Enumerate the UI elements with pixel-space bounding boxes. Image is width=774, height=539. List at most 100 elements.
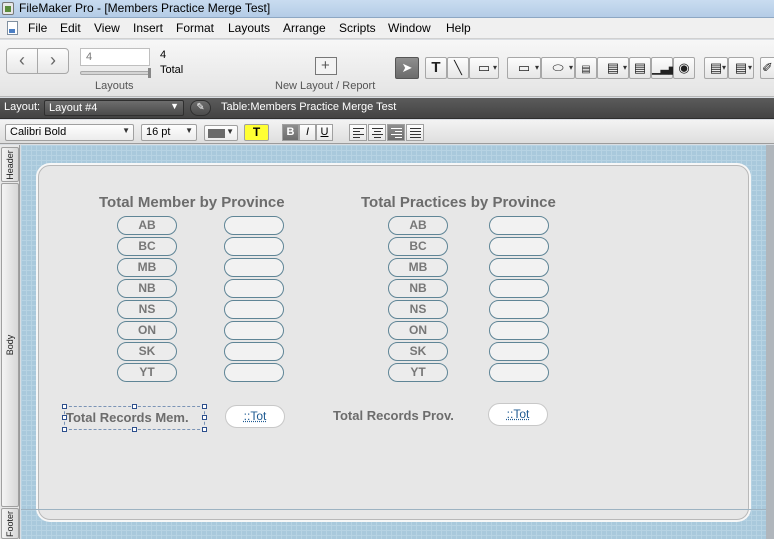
menu-file[interactable]: File: [28, 21, 47, 35]
portal-tool[interactable]: ▤: [629, 57, 651, 79]
members-count-field[interactable]: [224, 258, 284, 277]
members-count-field[interactable]: [224, 321, 284, 340]
members-count-field[interactable]: [224, 363, 284, 382]
resize-handle[interactable]: [132, 427, 137, 432]
menu-insert[interactable]: Insert: [133, 21, 163, 35]
resize-handle[interactable]: [62, 404, 67, 409]
button-bar-tool[interactable]: ▤: [575, 57, 597, 79]
total-members-field[interactable]: ::Tot: [225, 405, 285, 428]
menu-arrange[interactable]: Arrange: [283, 21, 326, 35]
resize-handle[interactable]: [202, 427, 207, 432]
italic-button[interactable]: I: [299, 124, 316, 141]
total-practices-label[interactable]: Total Records Prov.: [333, 408, 454, 423]
members-province-label[interactable]: NB: [117, 279, 177, 298]
text-color-picker[interactable]: ▼: [204, 125, 238, 141]
practices-count-field[interactable]: [489, 363, 549, 382]
practices-province-label[interactable]: NS: [388, 300, 448, 319]
practices-province-label[interactable]: BC: [388, 237, 448, 256]
chevron-left-icon: ‹: [19, 50, 25, 70]
practices-count-field[interactable]: [489, 321, 549, 340]
layout-number-input[interactable]: [80, 48, 150, 66]
members-count-field[interactable]: [224, 342, 284, 361]
edit-layout-button[interactable]: ✎: [190, 100, 211, 116]
practices-count-field[interactable]: [489, 342, 549, 361]
practices-province-label[interactable]: NB: [388, 279, 448, 298]
align-justify-button[interactable]: [406, 124, 424, 141]
layout-slider[interactable]: [80, 68, 151, 78]
members-section-title[interactable]: Total Member by Province: [99, 194, 285, 211]
part-tab-header[interactable]: Header: [1, 147, 19, 182]
highlight-button[interactable]: T: [244, 124, 269, 141]
next-layout-button[interactable]: ›: [37, 48, 69, 74]
text-tool-button[interactable]: T: [425, 57, 447, 79]
align-center-button[interactable]: [368, 124, 386, 141]
practices-province-label[interactable]: SK: [388, 342, 448, 361]
underline-button[interactable]: U: [316, 124, 333, 141]
slider-knob[interactable]: [148, 68, 151, 78]
button-bar-icon: ▤: [581, 64, 591, 75]
practices-count-field[interactable]: [489, 258, 549, 277]
members-count-field[interactable]: [224, 237, 284, 256]
menu-edit[interactable]: Edit: [60, 21, 81, 35]
pointer-tool-button[interactable]: ➤: [395, 57, 419, 79]
resize-handle[interactable]: [202, 415, 207, 420]
practices-province-label[interactable]: AB: [388, 216, 448, 235]
previous-layout-button[interactable]: ‹: [6, 48, 38, 74]
shape-tool-button[interactable]: ▭ ▾: [469, 57, 499, 79]
menu-window[interactable]: Window: [388, 21, 431, 35]
resize-handle[interactable]: [62, 427, 67, 432]
menu-layouts[interactable]: Layouts: [228, 21, 270, 35]
members-count-field[interactable]: [224, 300, 284, 319]
chart-tool[interactable]: ▁▃▅: [651, 57, 677, 79]
align-left-button[interactable]: [349, 124, 367, 141]
field-tool-button[interactable]: ▭ ▾: [507, 57, 541, 79]
practices-count-field[interactable]: [489, 300, 549, 319]
layout-canvas[interactable]: Total Member by Province Total Practices…: [21, 145, 774, 539]
total-practices-field[interactable]: ::Tot: [488, 403, 548, 426]
members-province-label[interactable]: NS: [117, 300, 177, 319]
font-size-select[interactable]: 16 pt ▼: [141, 124, 197, 141]
practices-section-title[interactable]: Total Practices by Province: [361, 194, 556, 211]
menu-format[interactable]: Format: [176, 21, 214, 35]
members-count-field[interactable]: [224, 279, 284, 298]
bold-button[interactable]: B: [282, 124, 299, 141]
text-color-swatch: [208, 129, 225, 138]
field-picker-button[interactable]: ▤ ▾: [704, 57, 728, 79]
layout-select[interactable]: Layout #4 ▼: [44, 100, 184, 116]
align-right-button[interactable]: [387, 124, 405, 141]
members-province-label[interactable]: AB: [117, 216, 177, 235]
document-icon[interactable]: [7, 21, 18, 35]
web-viewer-tool[interactable]: ◉: [673, 57, 695, 79]
menu-scripts[interactable]: Scripts: [339, 21, 376, 35]
button-tool-button[interactable]: ⬭ ▾: [541, 57, 575, 79]
practices-province-label[interactable]: ON: [388, 321, 448, 340]
menu-view[interactable]: View: [94, 21, 120, 35]
tab-control-tool[interactable]: ▤ ▾: [597, 57, 629, 79]
font-select[interactable]: Calibri Bold ▼: [5, 124, 134, 141]
parts-button[interactable]: ▤ ▾: [728, 57, 754, 79]
part-tab-body[interactable]: Body: [1, 183, 19, 507]
members-province-label[interactable]: ON: [117, 321, 177, 340]
menu-help[interactable]: Help: [446, 21, 471, 35]
part-tab-footer[interactable]: Footer: [1, 508, 19, 539]
members-province-label[interactable]: MB: [117, 258, 177, 277]
line-tool-button[interactable]: ╲: [447, 57, 469, 79]
members-province-label[interactable]: SK: [117, 342, 177, 361]
filemaker-app-icon[interactable]: [2, 2, 14, 15]
new-layout-icon[interactable]: [315, 57, 337, 75]
members-province-label[interactable]: BC: [117, 237, 177, 256]
total-members-label[interactable]: Total Records Mem.: [66, 410, 189, 425]
practices-count-field[interactable]: [489, 279, 549, 298]
practices-province-label[interactable]: YT: [388, 363, 448, 382]
status-toolbar: ‹ › 4 Total Layouts New Layout / Report …: [0, 40, 774, 97]
members-count-field[interactable]: [224, 216, 284, 235]
format-painter-button[interactable]: ✐: [760, 57, 774, 79]
members-province-label[interactable]: YT: [117, 363, 177, 382]
practices-province-label[interactable]: MB: [388, 258, 448, 277]
practices-count-field[interactable]: [489, 237, 549, 256]
dropdown-arrow-icon: ▼: [122, 126, 130, 135]
resize-handle[interactable]: [132, 404, 137, 409]
new-layout-caption[interactable]: New Layout / Report: [275, 80, 375, 92]
resize-handle[interactable]: [202, 404, 207, 409]
practices-count-field[interactable]: [489, 216, 549, 235]
